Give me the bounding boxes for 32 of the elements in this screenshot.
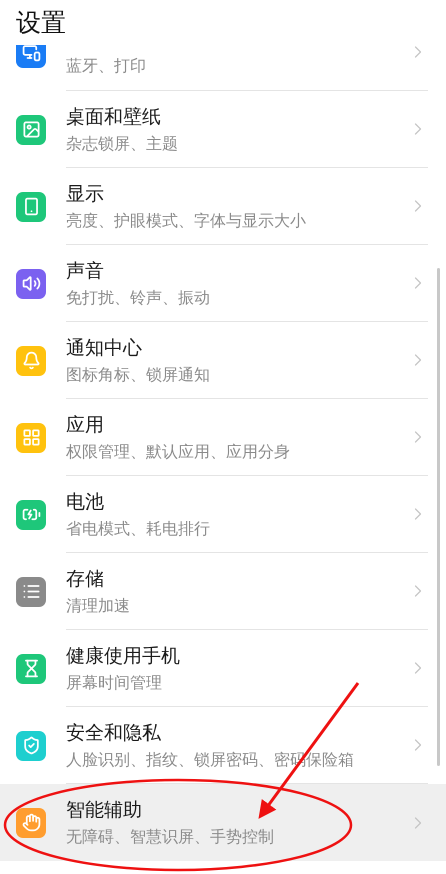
shield-check-icon [16, 730, 46, 760]
item-subtitle: 杂志锁屏、主题 [66, 134, 179, 154]
item-subtitle: 亮度、护眼模式、字体与显示大小 [66, 210, 307, 232]
item-title: 存储 [66, 566, 105, 592]
item-title: 智能辅助 [66, 798, 143, 823]
item-title: 声音 [66, 258, 105, 284]
hand-icon [16, 808, 46, 838]
item-subtitle: 无障碍、智慧识屏、手势控制 [66, 827, 275, 848]
item-title: 桌面和壁纸 [66, 104, 162, 130]
item-subtitle: 省电模式、耗电排行 [66, 518, 211, 540]
item-subtitle: 清理加速 [66, 596, 131, 616]
item-subtitle: 屏幕时间管理 [66, 672, 163, 694]
image-icon [16, 114, 46, 144]
settings-item[interactable]: 智能辅助 无障碍、智慧识屏、手势控制 [0, 784, 446, 861]
item-title: 通知中心 [66, 336, 143, 360]
item-subtitle: 权限管理、默认应用、应用分身 [66, 442, 291, 462]
item-title: 健康使用手机 [66, 644, 181, 668]
item-title: 显示 [66, 182, 105, 206]
item-title: 应用 [66, 412, 105, 438]
item-title: 电池 [66, 490, 105, 514]
hourglass-icon [16, 654, 46, 684]
grid-icon [16, 422, 46, 452]
phone-icon [16, 192, 46, 222]
item-subtitle: 图标角标、锁屏通知 [66, 364, 211, 386]
page-title: 设置 [16, 7, 66, 39]
list-icon [16, 576, 46, 606]
item-subtitle: 蓝牙、打印 [66, 54, 147, 76]
item-title: 安全和隐私 [66, 720, 162, 746]
speaker-icon [16, 268, 46, 298]
item-subtitle: 免打扰、铃声、振动 [66, 288, 211, 308]
bell-icon [16, 346, 46, 376]
battery-icon [16, 500, 46, 530]
